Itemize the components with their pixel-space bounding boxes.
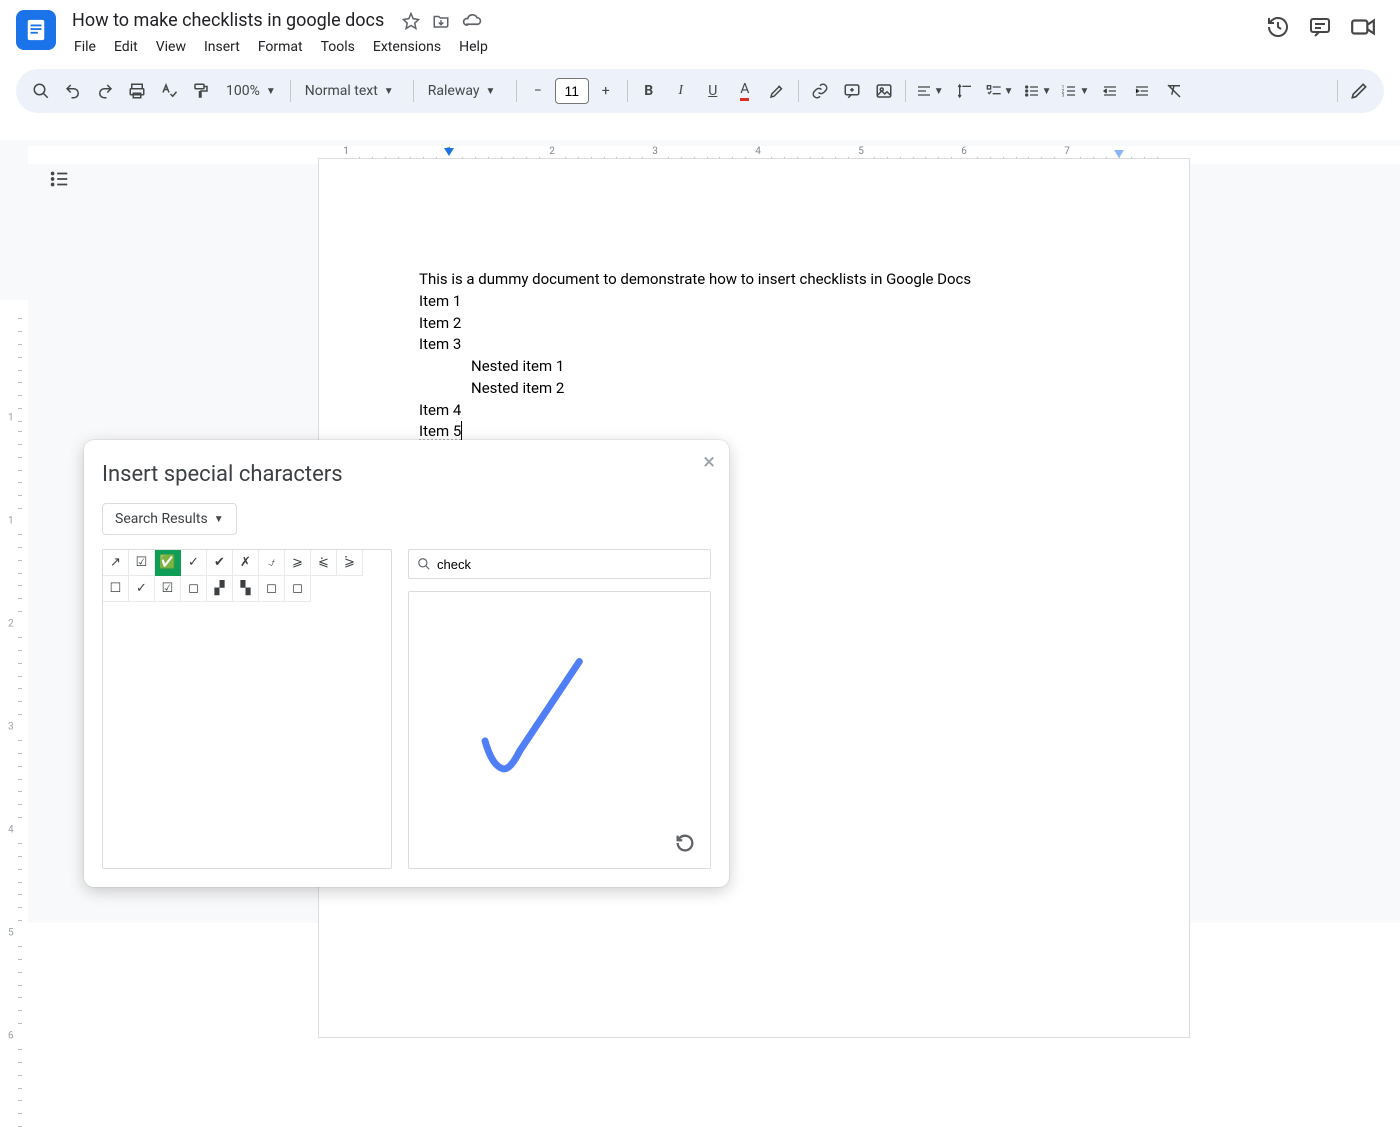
line-spacing-icon[interactable] [950,76,980,106]
char-cell[interactable]: ▚ [233,576,259,602]
doc-line-nested: Nested item 1 [419,356,1089,378]
document-outline-icon[interactable] [48,168,70,194]
char-cell[interactable]: ◻ [285,576,311,602]
char-cell[interactable]: ⪁ [311,550,337,576]
italic-icon[interactable]: I [666,76,696,106]
menu-tools[interactable]: Tools [313,35,363,59]
star-icon[interactable] [402,12,420,30]
checklist-dropdown-icon[interactable]: ▼ [982,76,1018,106]
menu-help[interactable]: Help [451,35,496,59]
menu-format[interactable]: Format [250,35,311,59]
highlight-icon[interactable] [762,76,792,106]
menu-view[interactable]: View [148,35,194,59]
char-cell[interactable]: ▞ [207,576,233,602]
svg-text:3: 3 [1062,92,1065,98]
font-dropdown[interactable]: Raleway▼ [420,76,510,106]
decrease-indent-icon[interactable] [1095,76,1125,106]
char-cell[interactable]: ✓ [129,576,155,602]
doc-line: Item 2 [419,313,1089,335]
special-characters-dialog: × Insert special characters Search Resul… [84,440,729,887]
underline-icon[interactable]: U [698,76,728,106]
reset-draw-icon[interactable] [674,832,696,858]
char-cell[interactable]: ✅ [155,550,181,576]
close-icon[interactable]: × [703,450,715,475]
numbered-list-dropdown-icon[interactable]: 123▼ [1057,76,1093,106]
increase-indent-icon[interactable] [1127,76,1157,106]
doc-line: Item 4 [419,400,1089,422]
document-title[interactable]: How to make checklists in google docs [66,8,390,33]
menu-extensions[interactable]: Extensions [365,35,449,59]
menu-bar: File Edit View Insert Format Tools Exten… [66,35,1256,59]
print-icon[interactable] [122,76,152,106]
undo-icon[interactable] [58,76,88,106]
meet-icon[interactable] [1350,14,1376,44]
char-result-grid: ↗☑✅✓✔✗⍻⩾⪁⪄ ☐✓☑◻▞▚◻◻ [102,549,392,869]
align-dropdown-icon[interactable]: ▼ [912,76,948,106]
docs-home-icon[interactable] [16,10,56,50]
menu-edit[interactable]: Edit [106,35,146,59]
app-header: How to make checklists in google docs Fi… [0,0,1400,59]
category-dropdown[interactable]: Search Results▼ [102,503,237,535]
search-icon [417,557,431,571]
char-cell[interactable]: ✓ [181,550,207,576]
history-icon[interactable] [1266,15,1290,43]
menu-insert[interactable]: Insert [196,35,248,59]
zoom-dropdown[interactable]: 100%▼ [218,76,284,106]
paint-format-icon[interactable] [186,76,216,106]
clear-formatting-icon[interactable] [1159,76,1189,106]
add-comment-icon[interactable] [837,76,867,106]
bold-icon[interactable]: B [634,76,664,106]
editing-mode-icon[interactable] [1344,76,1374,106]
doc-line-nested: Nested item 2 [419,378,1089,400]
char-cell[interactable]: ⩾ [285,550,311,576]
comments-icon[interactable] [1308,15,1332,43]
doc-line: Item 3 [419,334,1089,356]
text-color-icon[interactable]: A [730,76,760,106]
dialog-title: Insert special characters [102,462,711,487]
char-search-box[interactable] [408,549,711,579]
toolbar: 100%▼ Normal text▼ Raleway▼ − + B I U A … [16,69,1384,113]
spellcheck-icon[interactable] [154,76,184,106]
bulleted-list-dropdown-icon[interactable]: ▼ [1020,76,1056,106]
insert-image-icon[interactable] [869,76,899,106]
font-size-input[interactable] [555,78,589,104]
char-search-input[interactable] [437,557,702,572]
paragraph-style-dropdown[interactable]: Normal text▼ [297,76,407,106]
doc-line: Item 1 [419,291,1089,313]
char-cell[interactable]: ◻ [259,576,285,602]
vertical-ruler[interactable]: 1123456 [0,300,28,923]
search-icon[interactable] [26,76,56,106]
draw-character-box[interactable] [408,591,711,869]
char-cell[interactable]: ⪄ [337,550,363,576]
menu-file[interactable]: File [66,35,104,59]
cloud-status-icon[interactable] [462,11,482,31]
char-cell[interactable]: ↗ [103,550,129,576]
char-cell[interactable]: ✔ [207,550,233,576]
char-cell[interactable]: ☐ [103,576,129,602]
char-cell[interactable]: ☑ [129,550,155,576]
increase-font-icon[interactable]: + [591,76,621,106]
char-cell[interactable]: ☑ [155,576,181,602]
redo-icon[interactable] [90,76,120,106]
decrease-font-icon[interactable]: − [523,76,553,106]
doc-line: This is a dummy document to demonstrate … [419,269,1089,291]
char-cell[interactable]: ⍻ [259,550,285,576]
char-cell[interactable]: ◻ [181,576,207,602]
insert-link-icon[interactable] [805,76,835,106]
char-cell[interactable]: ✗ [233,550,259,576]
move-icon[interactable] [432,12,450,30]
